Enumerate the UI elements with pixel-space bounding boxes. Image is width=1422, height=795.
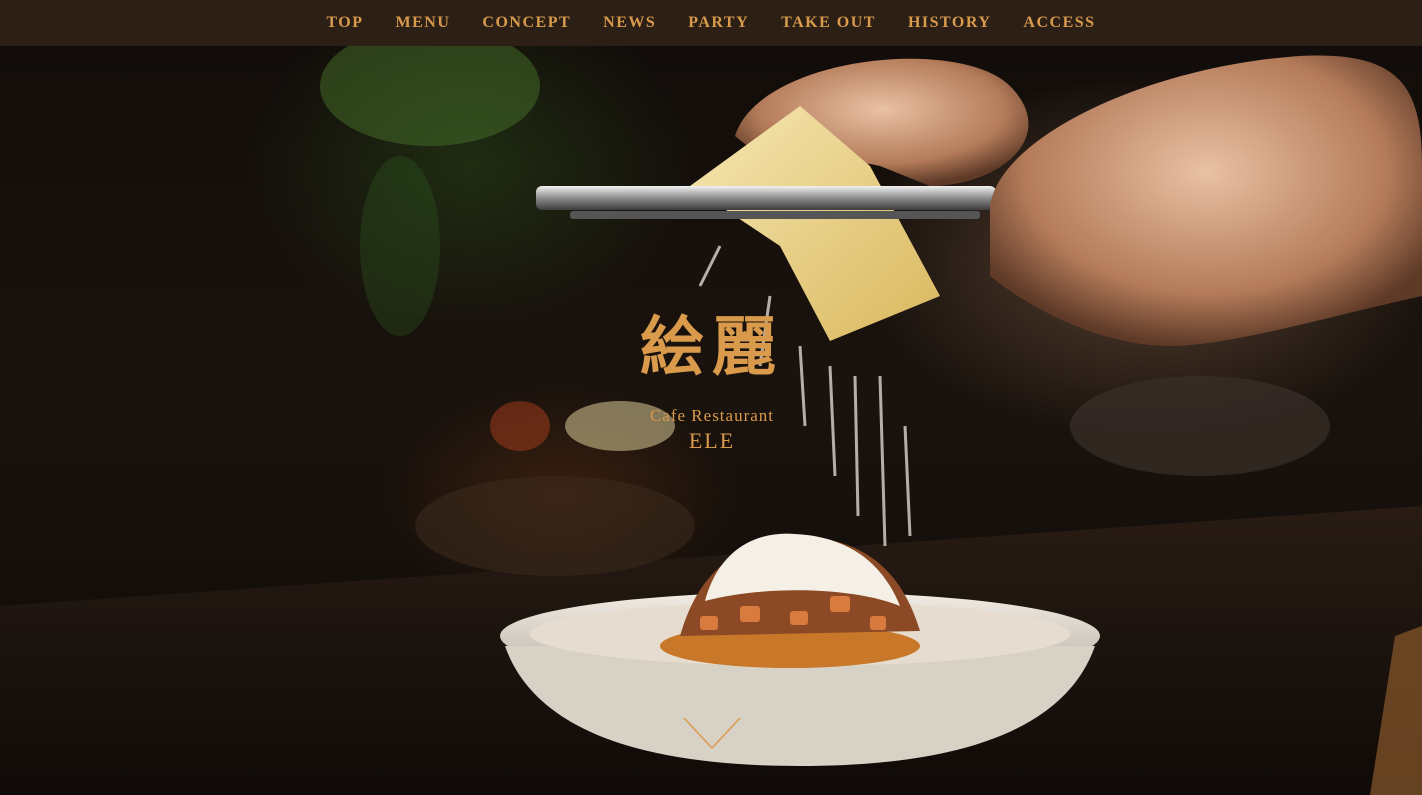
- nav-item-history[interactable]: HISTORY: [908, 14, 991, 32]
- chevron-down-icon: [683, 717, 741, 750]
- restaurant-logo: 絵麗 Cafe Restaurant ELE: [612, 308, 812, 454]
- nav-item-news[interactable]: NEWS: [603, 14, 656, 32]
- nav-item-take-out[interactable]: TAKE OUT: [781, 14, 876, 32]
- scroll-down-button[interactable]: [682, 716, 742, 750]
- nav-item-top[interactable]: TOP: [326, 14, 363, 32]
- top-navigation: TOP MENU CONCEPT NEWS PARTY TAKE OUT HIS…: [0, 0, 1422, 46]
- nav-item-party[interactable]: PARTY: [688, 14, 749, 32]
- logo-kanji-mark: 絵麗: [640, 310, 784, 385]
- nav-item-concept[interactable]: CONCEPT: [482, 14, 571, 32]
- nav-item-access[interactable]: ACCESS: [1023, 14, 1095, 32]
- nav-item-menu[interactable]: MENU: [396, 14, 451, 32]
- logo-name: ELE: [688, 428, 736, 453]
- logo-subtitle: Cafe Restaurant: [649, 406, 775, 425]
- hero-image: 絵麗 Cafe Restaurant ELE: [0, 46, 1422, 795]
